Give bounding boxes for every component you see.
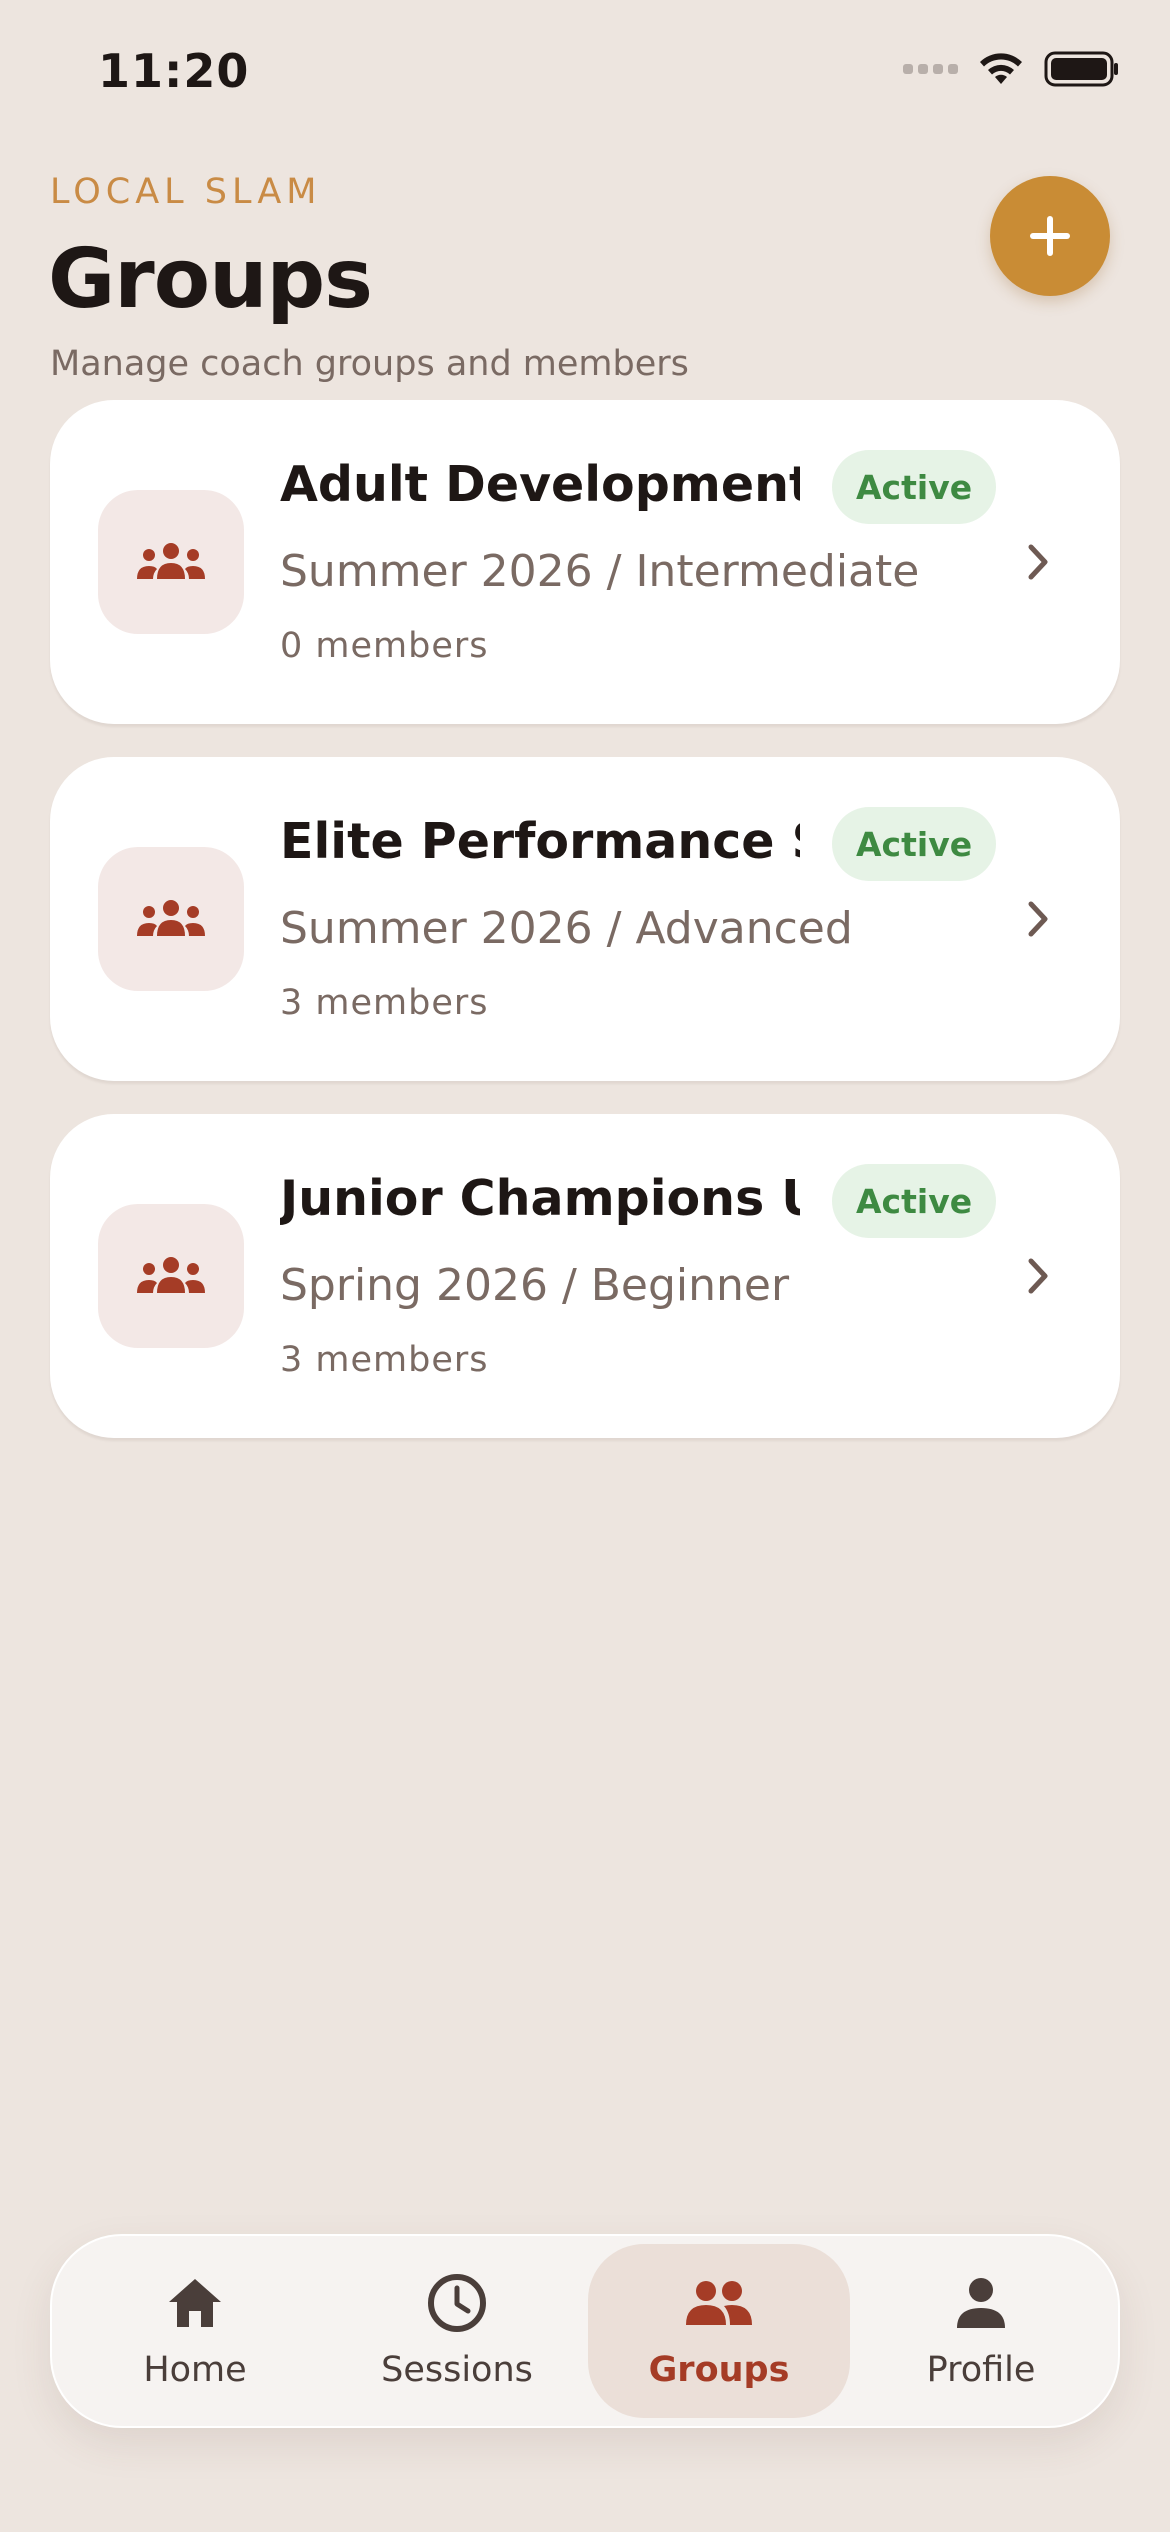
group-list: Adult Development ... Active Summer 2026… bbox=[50, 400, 1120, 1471]
group-avatar bbox=[98, 1204, 244, 1348]
nav-label: Profile bbox=[926, 2350, 1036, 2390]
plus-icon bbox=[1030, 216, 1070, 256]
person-icon bbox=[957, 2278, 1005, 2328]
groups-icon bbox=[137, 1257, 205, 1293]
cellular-signal-icon bbox=[903, 64, 958, 74]
page-title: Groups bbox=[48, 232, 373, 327]
wifi-icon bbox=[980, 53, 1022, 84]
status-badge: Active bbox=[832, 450, 997, 524]
home-icon bbox=[169, 2279, 221, 2327]
group-name: Junior Champions U12 bbox=[280, 1170, 800, 1227]
nav-item-sessions[interactable]: Sessions bbox=[326, 2244, 588, 2418]
status-badge: Active bbox=[832, 807, 997, 881]
group-avatar bbox=[98, 847, 244, 991]
battery-icon bbox=[1044, 51, 1118, 87]
group-avatar bbox=[98, 490, 244, 634]
group-member-count: 3 members bbox=[280, 983, 489, 1023]
group-name: Adult Development ... bbox=[280, 456, 800, 513]
status-badge: Active bbox=[832, 1164, 997, 1238]
group-season-level: Summer 2026 / Intermediate bbox=[280, 546, 920, 597]
group-card[interactable]: Adult Development ... Active Summer 2026… bbox=[50, 400, 1120, 724]
chevron-right-icon bbox=[1018, 897, 1058, 941]
page-subtitle: Manage coach groups and members bbox=[50, 344, 689, 384]
groups-icon bbox=[686, 2281, 752, 2325]
nav-item-profile[interactable]: Profile bbox=[850, 2244, 1112, 2418]
status-icons bbox=[903, 50, 1120, 88]
nav-label: Sessions bbox=[381, 2350, 533, 2390]
group-season-level: Spring 2026 / Beginner bbox=[280, 1260, 790, 1311]
chevron-right-icon bbox=[1018, 540, 1058, 584]
chevron-right-icon bbox=[1018, 1254, 1058, 1298]
brand-label: LOCAL SLAM bbox=[50, 172, 322, 212]
nav-item-groups[interactable]: Groups bbox=[588, 2244, 850, 2418]
nav-label: Groups bbox=[648, 2350, 790, 2390]
group-name: Elite Performance S... bbox=[280, 813, 800, 870]
clock-icon bbox=[428, 2274, 486, 2332]
group-member-count: 0 members bbox=[280, 626, 489, 666]
status-time: 11:20 bbox=[98, 44, 250, 98]
group-card[interactable]: Junior Champions U12 Active Spring 2026 … bbox=[50, 1114, 1120, 1438]
nav-item-home[interactable]: Home bbox=[64, 2244, 326, 2418]
bottom-nav: Home Sessions Groups Profile bbox=[50, 2234, 1120, 2428]
groups-icon bbox=[137, 900, 205, 936]
group-season-level: Summer 2026 / Advanced bbox=[280, 903, 853, 954]
groups-icon bbox=[137, 543, 205, 579]
nav-label: Home bbox=[143, 2350, 247, 2390]
status-bar: 11:20 bbox=[0, 0, 1170, 140]
add-group-button[interactable] bbox=[990, 176, 1110, 296]
group-card[interactable]: Elite Performance S... Active Summer 202… bbox=[50, 757, 1120, 1081]
group-member-count: 3 members bbox=[280, 1340, 489, 1380]
